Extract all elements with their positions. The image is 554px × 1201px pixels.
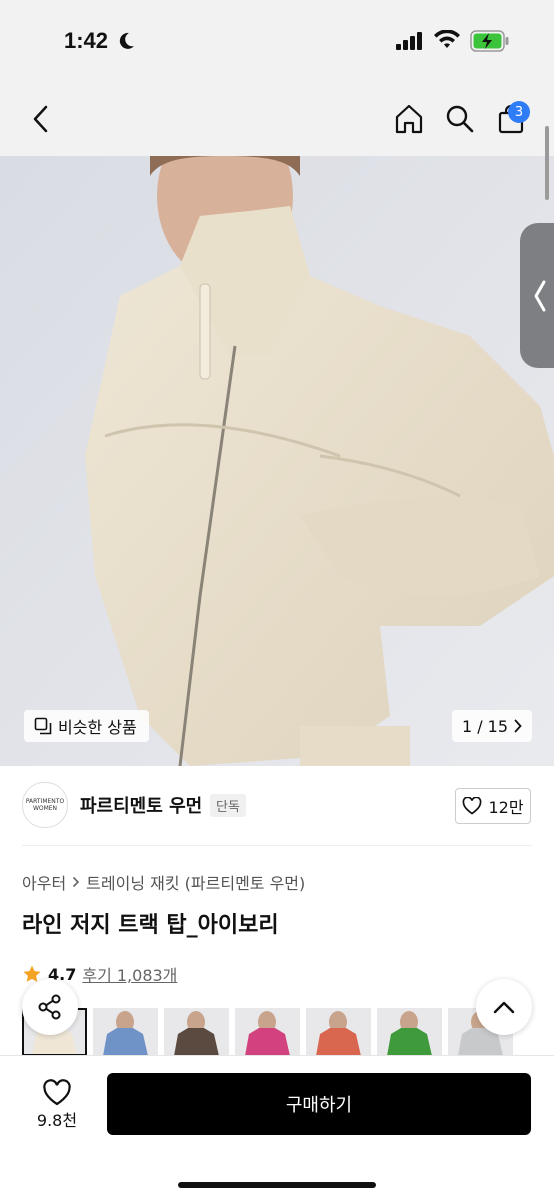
breadcrumb-subcategory[interactable]: 트레이닝 재킷 (파르티멘토 우먼) [86, 870, 305, 894]
home-button[interactable] [392, 102, 426, 136]
brand-logo-line1: PARTIMENTO [25, 798, 65, 805]
breadcrumb-category[interactable]: 아우터 [22, 870, 66, 894]
brand-logo[interactable]: PARTIMENTO WOMEN [22, 782, 68, 828]
brand-like-count: 12만 [488, 798, 524, 817]
cart-count-badge: 3 [508, 101, 530, 123]
chevron-right-icon [73, 876, 80, 888]
breadcrumb: 아우터 트레이닝 재킷 (파르티멘토 우먼) [22, 870, 305, 894]
chevron-left-icon [534, 280, 546, 311]
battery-charging-icon [470, 30, 509, 52]
color-variant-thumbnail[interactable] [306, 1008, 371, 1056]
brand-like-button[interactable]: 12만 [455, 788, 531, 824]
home-indicator [178, 1182, 376, 1188]
color-variant-thumbnail[interactable] [93, 1008, 158, 1056]
wishlist-button[interactable]: 9.8천 [22, 1073, 92, 1137]
scroll-indicator [545, 126, 549, 200]
signal-icon [396, 32, 422, 50]
moon-icon [119, 32, 134, 49]
similar-products-button[interactable]: 비슷한 상품 [24, 710, 149, 742]
status-time: 1:42 [64, 28, 109, 53]
share-button[interactable] [22, 979, 78, 1035]
image-counter-label: 1 / 15 [461, 716, 509, 736]
color-variant-thumbnail[interactable] [164, 1008, 229, 1056]
reviews-link[interactable]: 후기 1,083개 [82, 962, 177, 986]
back-button[interactable] [24, 102, 58, 136]
copy-icon [34, 717, 52, 735]
chevron-up-icon [493, 1001, 515, 1014]
search-icon [446, 105, 474, 133]
share-icon [38, 994, 61, 1020]
heart-outline-icon [463, 797, 482, 815]
buy-button[interactable]: 구매하기 [107, 1073, 531, 1135]
image-counter-button[interactable]: 1 / 15 [452, 710, 532, 742]
similar-products-label: 비슷한 상품 [58, 718, 137, 737]
color-variant-thumbnail[interactable] [235, 1008, 300, 1056]
chevron-right-icon [514, 719, 522, 733]
brand-logo-line2: WOMEN [32, 805, 58, 812]
color-variant-thumbnails [22, 1008, 513, 1056]
product-title: 라인 저지 트랙 탑_아이보리 [22, 913, 279, 938]
color-variant-thumbnail[interactable] [377, 1008, 442, 1056]
search-button[interactable] [443, 102, 477, 136]
side-panel-tab[interactable] [520, 223, 554, 368]
heart-outline-icon [43, 1079, 71, 1106]
brand-name-link[interactable]: 파르티멘토 우먼 [80, 792, 202, 818]
wifi-icon [434, 30, 460, 48]
exclusive-badge: 단독 [210, 794, 246, 817]
product-image[interactable] [0, 156, 554, 766]
home-icon [395, 104, 423, 134]
product-photo [0, 156, 554, 766]
scroll-to-top-button[interactable] [476, 979, 532, 1035]
chevron-left-icon [33, 105, 48, 133]
wishlist-count: 9.8천 [36, 1111, 78, 1130]
divider [22, 845, 532, 846]
